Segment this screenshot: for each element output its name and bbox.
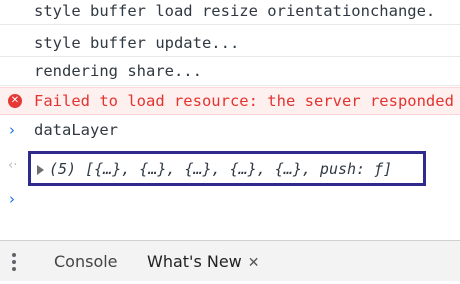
console-panel: style buffer load resize orientationchan…: [0, 0, 460, 240]
console-log-text: rendering share...: [34, 62, 202, 80]
result-value[interactable]: (5) [{…}, {…}, {…}, {…}, {…}, push: ƒ]: [49, 157, 392, 181]
input-prompt-icon: ›: [9, 121, 15, 139]
error-icon: ✕: [8, 94, 22, 108]
console-log-line: style buffer update...: [0, 30, 460, 57]
console-error-text: Failed to load resource: the server resp…: [34, 92, 454, 110]
tab-whats-new-label: What's New: [147, 252, 242, 271]
console-log-text: style buffer load resize orientationchan…: [34, 2, 436, 20]
more-menu-icon[interactable]: [12, 253, 16, 271]
close-icon[interactable]: ✕: [248, 255, 260, 271]
tab-console[interactable]: Console: [54, 241, 118, 281]
tab-whats-new[interactable]: What's New ✕: [147, 241, 260, 281]
empty-prompt-icon[interactable]: ›: [9, 190, 15, 208]
result-arrow-icon: ‹·: [8, 158, 18, 173]
drawer-tabbar: Console What's New ✕: [0, 240, 460, 281]
console-log-line: style buffer load resize orientationchan…: [0, 0, 460, 25]
expand-triangle-icon[interactable]: [37, 165, 44, 175]
console-log-line: rendering share...: [0, 58, 460, 86]
result-highlight-box: (5) [{…}, {…}, {…}, {…}, {…}, push: ƒ]: [28, 151, 426, 186]
console-input-line: › dataLayer: [0, 117, 460, 145]
console-error-line: ✕ Failed to load resource: the server re…: [0, 87, 460, 115]
console-input-text: dataLayer: [34, 121, 118, 139]
console-log-text: style buffer update...: [34, 34, 240, 52]
